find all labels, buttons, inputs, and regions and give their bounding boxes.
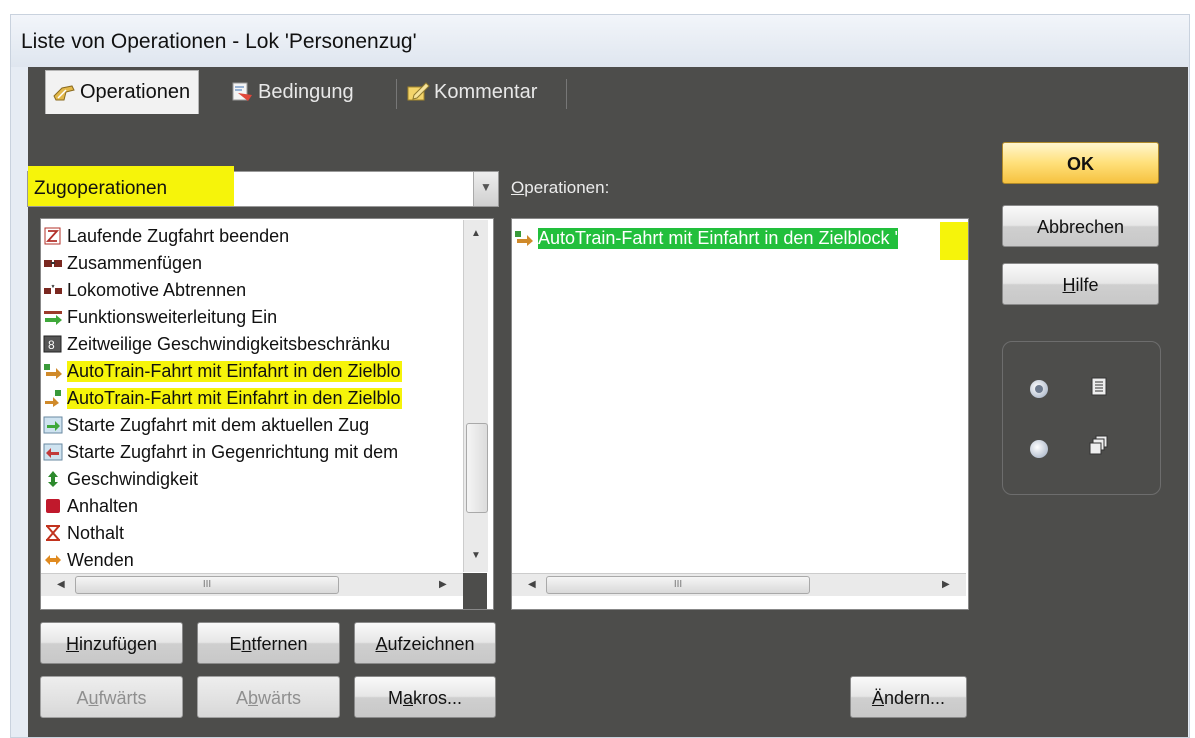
change-button[interactable]: Ändern...	[850, 676, 967, 718]
pencil-note-icon	[406, 81, 430, 103]
scroll-left-icon[interactable]: ◀	[57, 579, 65, 590]
view-mode-group	[1002, 341, 1161, 495]
remove-button[interactable]: Entfernen	[197, 622, 340, 664]
title-bar: Liste von Operationen - Lok 'Personenzug…	[11, 15, 1189, 67]
speed-limit-icon: 8	[43, 335, 63, 353]
tab-operationen-label: Operationen	[80, 81, 191, 103]
ok-button[interactable]: OK	[1002, 142, 1159, 184]
reverse-direction-icon	[43, 551, 63, 569]
scrollbar-corner	[463, 573, 487, 609]
list-item[interactable]: Laufende Zugfahrt beenden	[43, 223, 289, 249]
list-item[interactable]: 8 Zeitweilige Geschwindigkeitsbeschränku	[43, 331, 390, 357]
window-title: Liste von Operationen - Lok 'Personenzug…	[21, 30, 417, 53]
cancel-button[interactable]: Abbrechen	[1002, 205, 1159, 247]
tab-separator	[566, 79, 567, 109]
stop-icon	[43, 497, 63, 515]
list-item[interactable]: Wenden	[43, 547, 134, 573]
tab-operationen[interactable]: Operationen	[45, 70, 200, 114]
record-button[interactable]: Aufzeichnen	[354, 622, 496, 664]
emergency-stop-icon	[43, 524, 63, 542]
selected-operations-list[interactable]: AutoTrain-Fahrt mit Einfahrt in den Ziel…	[511, 218, 969, 610]
cascade-view-icon	[1088, 434, 1108, 456]
available-operations-list[interactable]: Laufende Zugfahrt beenden Zusammenfügen …	[40, 218, 494, 610]
operations-label: Operationen:	[511, 178, 610, 197]
help-button[interactable]: Hilfe	[1002, 263, 1159, 305]
list-item[interactable]: Funktionsweiterleitung Ein	[43, 304, 277, 330]
scroll-up-icon[interactable]: ▲	[471, 228, 481, 239]
list-item[interactable]: Starte Zugfahrt in Gegenrichtung mit dem	[43, 439, 398, 465]
category-select[interactable]: Zugoperationen ▼	[27, 166, 499, 207]
start-train-icon	[43, 416, 63, 434]
left-list-hscroll-thumb[interactable]: III	[75, 576, 339, 594]
tab-bedingung-label: Bedingung	[258, 80, 354, 103]
list-item[interactable]: AutoTrain-Fahrt mit Einfahrt in den Ziel…	[43, 358, 403, 384]
list-item[interactable]: Anhalten	[43, 493, 138, 519]
list-item[interactable]: AutoTrain-Fahrt mit Einfahrt in den Ziel…	[514, 225, 898, 251]
list-item[interactable]: Geschwindigkeit	[43, 466, 198, 492]
start-train-reverse-icon	[43, 443, 63, 461]
move-down-button[interactable]: Abwärts	[197, 676, 340, 718]
right-list-horizontal-scrollbar[interactable]: ◀ III ▶	[512, 573, 966, 596]
uncouple-loco-icon	[43, 281, 63, 299]
category-select-value: Zugoperationen	[28, 166, 234, 206]
left-list-scroll-thumb[interactable]	[466, 423, 488, 513]
selection-highlight-overflow	[940, 222, 968, 260]
scroll-right-icon[interactable]: ▶	[439, 579, 447, 590]
right-list-hscroll-thumb[interactable]: III	[546, 576, 810, 594]
svg-text:8: 8	[48, 338, 55, 352]
tab-separator	[396, 79, 397, 109]
list-item[interactable]: Lokomotive Abtrennen	[43, 277, 246, 303]
move-up-button[interactable]: Aufwärts	[40, 676, 183, 718]
stop-train-icon	[43, 227, 63, 245]
function-forward-icon	[43, 308, 63, 326]
add-button[interactable]: Hinzufügen	[40, 622, 183, 664]
list-item[interactable]: Starte Zugfahrt mit dem aktuellen Zug	[43, 412, 369, 438]
scroll-left-icon[interactable]: ◀	[528, 579, 536, 590]
tab-kommentar[interactable]: Kommentar	[400, 72, 545, 112]
autotrain-icon	[514, 229, 534, 247]
autotrain-icon	[43, 362, 63, 380]
tab-bedingung[interactable]: Bedingung	[224, 72, 362, 112]
macros-button[interactable]: Makros...	[354, 676, 496, 718]
left-list-horizontal-scrollbar[interactable]: ◀ III ▶	[41, 573, 463, 596]
left-list-vertical-scrollbar[interactable]: ▲ ▼	[463, 220, 488, 572]
view-cascade-radio[interactable]	[1030, 440, 1048, 458]
couple-train-icon	[43, 254, 63, 272]
tab-kommentar-label: Kommentar	[434, 80, 538, 103]
condition-icon	[230, 81, 254, 103]
scroll-down-icon[interactable]: ▼	[471, 550, 481, 561]
list-view-icon	[1090, 376, 1110, 398]
speed-icon	[43, 470, 63, 488]
scroll-right-icon[interactable]: ▶	[942, 579, 950, 590]
chevron-down-icon[interactable]: ▼	[473, 172, 498, 206]
view-list-radio[interactable]	[1030, 380, 1048, 398]
list-item[interactable]: AutoTrain-Fahrt mit Einfahrt in den Ziel…	[43, 385, 403, 411]
autotrain-alt-icon	[43, 389, 63, 407]
list-item[interactable]: Zusammenfügen	[43, 250, 202, 276]
hand-pointer-icon	[52, 82, 76, 104]
list-item[interactable]: Nothalt	[43, 520, 124, 546]
